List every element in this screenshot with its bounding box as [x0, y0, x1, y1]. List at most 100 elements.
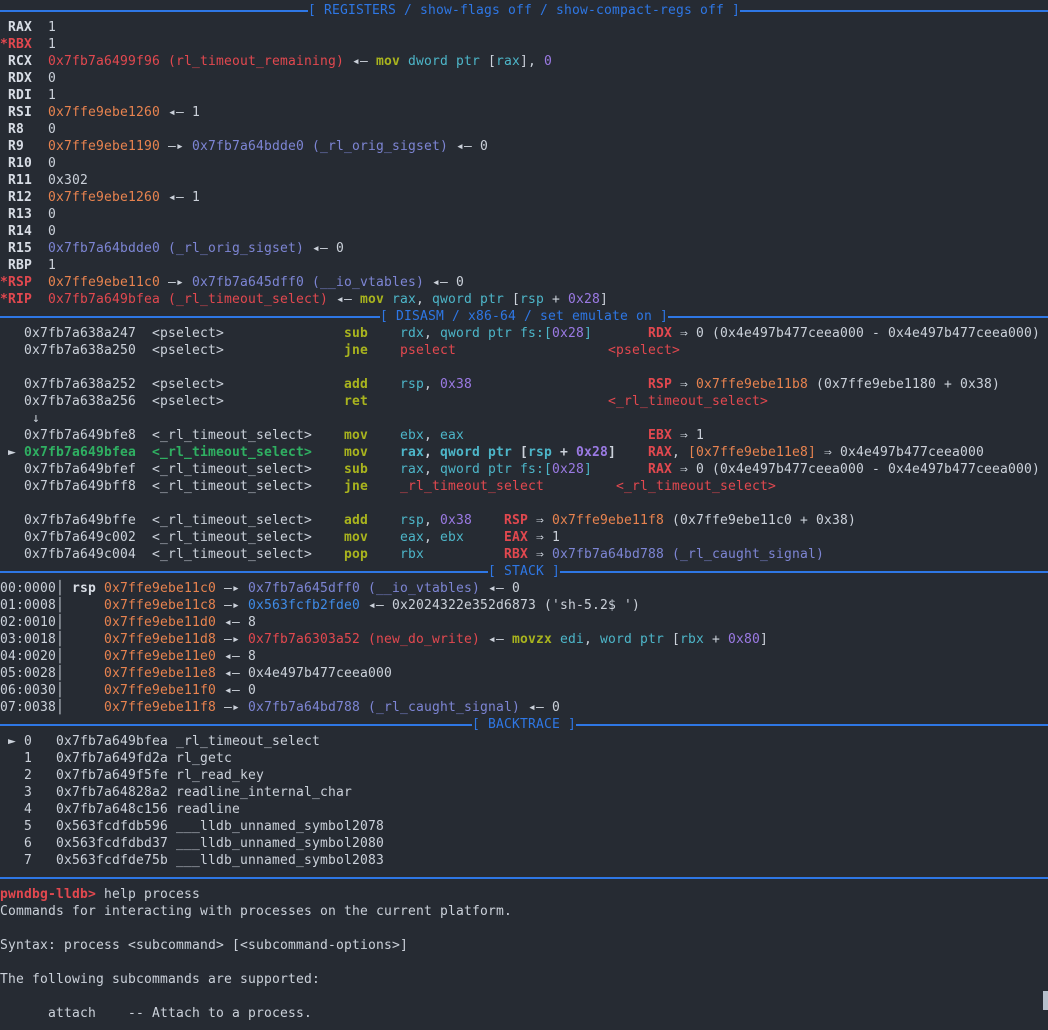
text-segment: rbx	[400, 547, 424, 562]
text-segment	[312, 445, 344, 460]
text-segment: qword ptr	[432, 292, 504, 307]
text-segment: [	[504, 292, 520, 307]
text-segment: edi	[560, 632, 584, 647]
text-segment: 0	[32, 207, 56, 222]
text-segment: R10	[0, 156, 32, 171]
console-output-line-2: Syntax: process <subcommand> [<subcomman…	[0, 937, 1048, 954]
text-segment: │	[56, 683, 104, 698]
text-segment: ],	[520, 54, 544, 69]
text-segment: 0x7fb7a645dff0 (__io_vtables)	[192, 275, 424, 290]
registers-pane-header: [ REGISTERS / show-flags off / show-comp…	[0, 2, 1048, 19]
text-segment: ◂—	[344, 54, 376, 69]
scrollbar-thumb[interactable]	[1043, 991, 1048, 1010]
pane-divider-line	[560, 571, 1048, 573]
disasm-section: [ DISASM / x86-64 / set emulate on ] 0x7…	[0, 308, 1048, 563]
text-segment	[368, 462, 400, 477]
text-segment: │	[56, 581, 72, 596]
text-segment: R13	[0, 207, 32, 222]
text-segment: attach -- Attach to a process.	[0, 1006, 312, 1021]
text-segment: 0x7fb7a649bfea <_rl_timeout_select>	[24, 445, 312, 460]
text-segment: ↓	[0, 411, 40, 426]
register-row-rdx: RDX 0	[0, 70, 1048, 87]
text-segment: 0x7ffe9ebe1260	[48, 105, 160, 120]
pane-divider-line	[668, 316, 1048, 318]
backtrace-section: [ BACKTRACE ] ► 0 0x7fb7a649bfea _rl_tim…	[0, 716, 1048, 869]
text-segment: 0x7fb7a638a252 <pselect>	[0, 377, 224, 392]
text-segment: │	[56, 598, 104, 613]
register-row-r15: R15 0x7fb7a64bdde0 (_rl_orig_sigset) ◂— …	[0, 240, 1048, 257]
text-segment: Commands for interacting with processes …	[0, 904, 512, 919]
text-segment	[312, 513, 344, 528]
text-segment	[512, 462, 520, 477]
text-segment: *RBX	[0, 37, 32, 52]
text-segment: RDX	[0, 71, 32, 86]
text-segment: ◂— 1	[160, 190, 200, 205]
text-segment: rax	[400, 445, 424, 460]
text-segment	[472, 513, 504, 528]
stack-pane-header: [ STACK ]	[0, 563, 1048, 580]
text-segment: ⇒ 1	[672, 428, 704, 443]
text-segment	[312, 479, 344, 494]
text-segment: rdx	[400, 326, 424, 341]
pane-divider-line	[0, 877, 1048, 879]
console-prompt-line[interactable]: pwndbg-lldb> help process	[0, 886, 1048, 903]
text-segment: The following subcommands are supported:	[0, 972, 320, 987]
text-segment: sub	[344, 326, 368, 341]
text-segment	[368, 394, 608, 409]
text-segment: —▸	[216, 632, 248, 647]
text-segment: *RSP	[0, 275, 32, 290]
text-segment: ⇒ 1	[528, 530, 560, 545]
backtrace-frame-1: 1 0x7fb7a649fd2a rl_getc	[0, 750, 1048, 767]
text-segment	[368, 428, 400, 443]
stack-row-5: 05:0028│ 0x7ffe9ebe11e8 ◂— 0x4e497b477ce…	[0, 665, 1048, 682]
text-segment: —▸	[160, 275, 192, 290]
text-segment: 04:0020	[0, 649, 56, 664]
text-segment: 00:0000	[0, 581, 56, 596]
text-segment: RSP	[504, 513, 528, 528]
text-segment: R9	[0, 139, 24, 154]
text-segment: 0x7ffe9ebe11f0	[104, 683, 216, 698]
stack-row-7: 07:0038│ 0x7ffe9ebe11f8 —▸ 0x7fb7a64bd78…	[0, 699, 1048, 716]
disasm-line-13: 0x7fb7a649c002 <_rl_timeout_select> mov …	[0, 529, 1048, 546]
backtrace-frame-0: ► 0 0x7fb7a649bfea _rl_timeout_select	[0, 733, 1048, 750]
text-segment	[312, 547, 344, 562]
text-segment: 0x7fb7a6303a52 (new_do_write)	[248, 632, 480, 647]
text-segment: RDX	[648, 326, 672, 341]
text-segment: 0x7fb7a6499f96 (rl_timeout_remaining)	[48, 54, 344, 69]
disasm-line-9: 0x7fb7a649bfef <_rl_timeout_select> sub …	[0, 461, 1048, 478]
text-segment: 1	[32, 37, 56, 52]
text-segment: 0x7ffe9ebe11c0	[48, 275, 160, 290]
text-segment: 01:0008	[0, 598, 56, 613]
backtrace-pane-header: [ BACKTRACE ]	[0, 716, 1048, 733]
text-segment: eax	[440, 428, 464, 443]
text-segment: 0x7fb7a638a247 <pselect>	[0, 326, 224, 341]
text-segment: [	[512, 445, 528, 460]
text-segment: rax	[400, 462, 424, 477]
stack-row-4: 04:0020│ 0x7ffe9ebe11e0 ◂— 8	[0, 648, 1048, 665]
text-segment	[32, 275, 48, 290]
registers-pane-title: [ REGISTERS / show-flags off / show-comp…	[308, 2, 740, 19]
text-segment: 0x7ffe9ebe1190	[48, 139, 160, 154]
text-segment: 1	[32, 20, 56, 35]
text-segment: 0	[24, 122, 56, 137]
disasm-line-1: 0x7fb7a638a247 <pselect> sub rdx, qword …	[0, 325, 1048, 342]
console-line-3	[0, 920, 1048, 937]
disasm-line-10: 0x7fb7a649bff8 <_rl_timeout_select> jne …	[0, 478, 1048, 495]
text-segment: 03:0018	[0, 632, 56, 647]
text-segment: 02:0010	[0, 615, 56, 630]
text-segment: ret	[344, 394, 368, 409]
text-segment	[592, 462, 648, 477]
text-segment	[384, 292, 392, 307]
text-segment: mov	[344, 530, 368, 545]
text-segment	[544, 479, 616, 494]
text-segment: 0x7fb7a64bd788 (_rl_caught_signal)	[552, 547, 824, 562]
text-segment	[464, 530, 504, 545]
text-segment: 1	[32, 88, 56, 103]
register-row-r14: R14 0	[0, 223, 1048, 240]
text-segment: 1 0x7fb7a649fd2a rl_getc	[0, 751, 232, 766]
text-segment: ⇒ 0 (0x4e497b477ceea000 - 0x4e497b477cee…	[672, 462, 1040, 477]
text-segment: ,	[424, 326, 440, 341]
text-segment: ,	[424, 428, 440, 443]
text-segment: 0x7ffe9ebe11f8	[552, 513, 664, 528]
text-segment: 0	[32, 156, 56, 171]
